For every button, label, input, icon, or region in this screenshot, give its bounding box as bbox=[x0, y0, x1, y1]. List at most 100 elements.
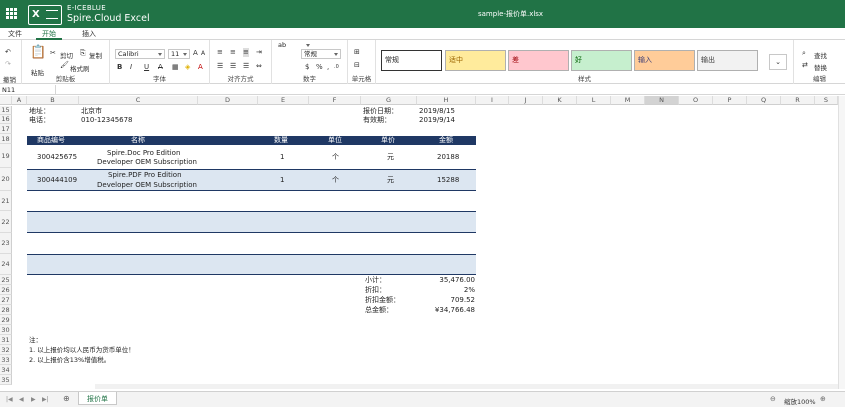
underline-button[interactable]: U bbox=[144, 63, 149, 72]
row-header[interactable]: 15 bbox=[0, 106, 12, 115]
decrease-font-icon[interactable]: A bbox=[201, 49, 205, 58]
style-good[interactable]: 好 bbox=[571, 50, 632, 71]
style-input[interactable]: 输入 bbox=[634, 50, 695, 71]
column-header[interactable]: M bbox=[611, 96, 645, 105]
redo-icon[interactable]: ↷ bbox=[5, 60, 11, 69]
tab-file[interactable]: 文件 bbox=[8, 29, 22, 39]
font-size-select[interactable]: 11 bbox=[168, 49, 190, 59]
increase-font-icon[interactable]: A bbox=[193, 49, 198, 58]
border-icon[interactable]: ▦ bbox=[172, 63, 179, 72]
column-header[interactable]: C bbox=[79, 96, 198, 105]
zoom-out-icon[interactable]: ⊖ bbox=[770, 395, 776, 404]
row-header[interactable]: 31 bbox=[0, 335, 12, 345]
style-neutral[interactable]: 适中 bbox=[445, 50, 506, 71]
undo-icon[interactable]: ↶ bbox=[5, 48, 11, 57]
column-header[interactable]: R bbox=[781, 96, 815, 105]
row-header[interactable]: 29 bbox=[0, 315, 12, 325]
spreadsheet-grid[interactable]: A B C D E F G H I J K L M N O P Q R S 15… bbox=[0, 96, 838, 389]
insert-cells-icon[interactable]: ⊞ bbox=[354, 48, 360, 57]
search-icon[interactable]: ⌕ bbox=[802, 49, 806, 58]
zoom-in-icon[interactable]: ⊕ bbox=[820, 395, 826, 404]
row-header[interactable]: 19 bbox=[0, 144, 12, 168]
row-header[interactable]: 23 bbox=[0, 233, 12, 254]
tab-home[interactable]: 开始 bbox=[36, 29, 62, 40]
bold-button[interactable]: B bbox=[117, 63, 122, 72]
tab-insert[interactable]: 插入 bbox=[82, 29, 96, 39]
vertical-scrollbar[interactable] bbox=[838, 96, 845, 389]
column-header[interactable]: H bbox=[417, 96, 476, 105]
style-output[interactable]: 输出 bbox=[697, 50, 758, 71]
row-header[interactable]: 22 bbox=[0, 211, 12, 233]
row-header[interactable]: 35 bbox=[0, 375, 12, 385]
column-header[interactable]: A bbox=[12, 96, 27, 105]
font-name-select[interactable]: Calibri bbox=[115, 49, 165, 59]
sheet-tab-quote[interactable]: 报价单 bbox=[78, 392, 117, 405]
paste-icon[interactable]: 📋 bbox=[30, 46, 46, 59]
align-bottom-icon[interactable]: ≡ bbox=[243, 48, 249, 57]
row-header[interactable]: 24 bbox=[0, 254, 12, 275]
style-bad[interactable]: 差 bbox=[508, 50, 569, 71]
align-top-icon[interactable]: ≡ bbox=[217, 48, 223, 57]
delete-cells-icon[interactable]: ⊟ bbox=[354, 61, 360, 70]
row-header[interactable]: 26 bbox=[0, 285, 12, 295]
row-header[interactable]: 17 bbox=[0, 124, 12, 134]
copy-icon[interactable]: ⎘ bbox=[80, 49, 86, 58]
column-header[interactable]: D bbox=[198, 96, 258, 105]
column-header[interactable]: L bbox=[577, 96, 611, 105]
row-header[interactable]: 27 bbox=[0, 295, 12, 305]
currency-button[interactable]: $ bbox=[305, 63, 309, 72]
row-header[interactable]: 33 bbox=[0, 355, 12, 365]
percent-button[interactable]: % bbox=[316, 63, 323, 72]
merge-icon[interactable]: ⇔ bbox=[256, 62, 262, 71]
column-header[interactable]: I bbox=[476, 96, 509, 105]
row-header[interactable]: 30 bbox=[0, 325, 12, 335]
replace-button[interactable]: 替换 bbox=[814, 62, 827, 72]
column-header[interactable]: O bbox=[679, 96, 713, 105]
align-center-icon[interactable]: ☰ bbox=[230, 62, 236, 71]
next-sheet-icon[interactable]: ▶ bbox=[31, 395, 36, 404]
italic-button[interactable]: I bbox=[130, 63, 132, 72]
cut-button[interactable]: 剪切 bbox=[60, 50, 73, 60]
indent-icon[interactable]: ⇥ bbox=[256, 48, 262, 57]
copy-button[interactable]: 复制 bbox=[89, 50, 102, 60]
column-header[interactable]: K bbox=[543, 96, 577, 105]
decimal-icon[interactable]: .0 bbox=[334, 63, 339, 72]
row-header[interactable]: 20 bbox=[0, 168, 12, 191]
format-painter-button[interactable]: 格式刷 bbox=[70, 63, 90, 73]
align-left-icon[interactable]: ☰ bbox=[217, 62, 223, 71]
styles-more-icon[interactable]: ⌄ bbox=[769, 54, 787, 70]
number-format-select[interactable]: 常规 bbox=[301, 49, 341, 59]
column-header-selected[interactable]: N bbox=[645, 96, 679, 105]
fill-color-icon[interactable]: ◈ bbox=[185, 63, 190, 72]
align-right-icon[interactable]: ☰ bbox=[243, 62, 249, 71]
column-header[interactable]: F bbox=[309, 96, 361, 105]
thousands-button[interactable]: , bbox=[327, 63, 329, 72]
column-header[interactable]: B bbox=[27, 96, 79, 105]
column-header[interactable]: P bbox=[713, 96, 747, 105]
style-normal[interactable]: 常规 bbox=[381, 50, 442, 71]
strikethrough-button[interactable]: A bbox=[158, 63, 163, 72]
row-header[interactable]: 18 bbox=[0, 134, 12, 144]
column-header[interactable]: G bbox=[361, 96, 417, 105]
row-header[interactable]: 32 bbox=[0, 345, 12, 355]
replace-icon[interactable]: ⇄ bbox=[802, 61, 808, 70]
align-middle-icon[interactable]: ≡ bbox=[230, 48, 236, 57]
first-sheet-icon[interactable]: |◀ bbox=[6, 395, 13, 404]
row-header[interactable]: 21 bbox=[0, 191, 12, 211]
row-header[interactable]: 16 bbox=[0, 115, 12, 124]
column-header[interactable]: Q bbox=[747, 96, 781, 105]
row-header[interactable]: 25 bbox=[0, 275, 12, 285]
name-box[interactable]: N11 bbox=[0, 85, 56, 95]
column-header[interactable]: S bbox=[815, 96, 838, 105]
find-button[interactable]: 查找 bbox=[814, 50, 827, 60]
column-header[interactable]: J bbox=[509, 96, 543, 105]
row-header[interactable]: 28 bbox=[0, 305, 12, 315]
column-header[interactable]: E bbox=[258, 96, 309, 105]
last-sheet-icon[interactable]: ▶| bbox=[42, 395, 49, 404]
prev-sheet-icon[interactable]: ◀ bbox=[19, 395, 24, 404]
horizontal-scrollbar[interactable] bbox=[95, 384, 838, 389]
cut-icon[interactable]: ✂ bbox=[50, 49, 56, 58]
format-painter-icon[interactable]: 🖌 bbox=[60, 61, 69, 70]
row-header[interactable]: 34 bbox=[0, 365, 12, 375]
font-color-icon[interactable]: A bbox=[198, 63, 203, 72]
